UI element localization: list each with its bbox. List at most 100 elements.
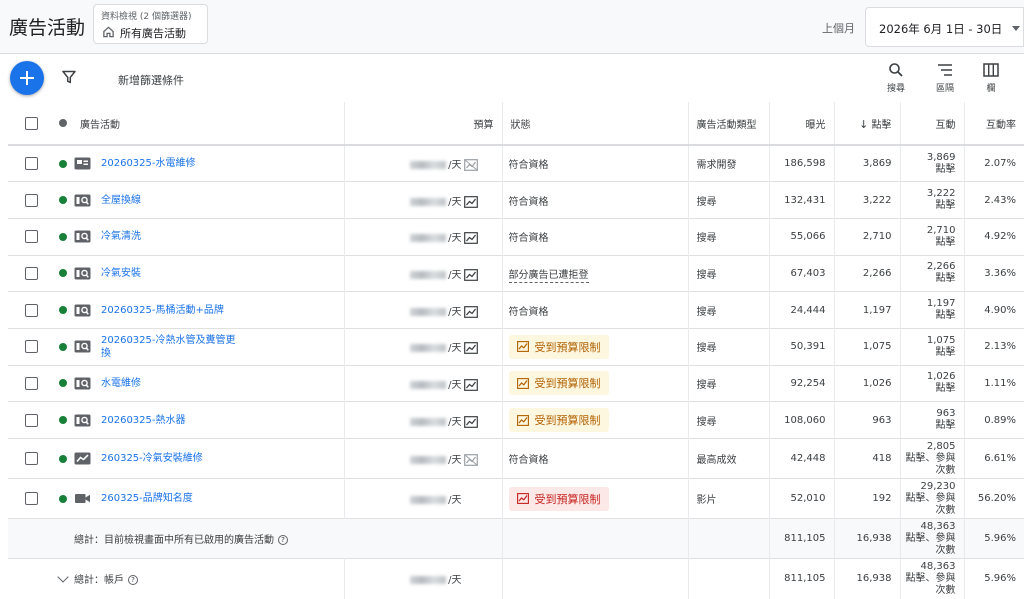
rate-cell: 6.61%: [984, 453, 1016, 464]
table-row: 260325-冷氣安裝維修 /天 符合資格 最高成效 42,448 418 2,…: [8, 438, 1024, 479]
budget-chart-icon[interactable]: [463, 269, 478, 281]
performance-max-icon: [74, 452, 91, 465]
campaign-link[interactable]: 20260325-水電維修: [101, 157, 196, 170]
row-checkbox[interactable]: [25, 157, 38, 171]
row-checkbox[interactable]: [25, 376, 38, 390]
budget-limited-badge[interactable]: 受到預算限制: [508, 486, 609, 511]
campaign-type: 搜尋: [688, 255, 770, 292]
search-button[interactable]: 搜尋: [876, 62, 916, 94]
campaign-status[interactable]: 部分廣告已遭拒登: [508, 269, 589, 283]
budget-chart-icon[interactable]: [463, 232, 478, 245]
trend-chart-icon: [516, 414, 529, 426]
row-checkbox[interactable]: [25, 230, 38, 244]
status-dot-icon: [59, 119, 67, 127]
campaign-link[interactable]: 260325-冷氣安裝維修: [101, 452, 203, 465]
header-select-all[interactable]: [8, 102, 44, 146]
impressions-cell: 67,403: [769, 255, 835, 292]
trend-chart-icon: [516, 378, 529, 389]
row-checkbox[interactable]: [25, 340, 38, 354]
total-enabled-label: 總計：目前檢視畫面中所有已啟用的廣告活動?: [72, 518, 503, 559]
status-dot-icon: [59, 196, 67, 205]
row-checkbox[interactable]: [25, 193, 38, 207]
campaign-type: 搜尋: [688, 401, 770, 439]
column-header-clicks[interactable]: ↓ 點擊: [834, 102, 901, 146]
columns-button[interactable]: 欄: [971, 62, 1011, 94]
budget-chart-icon[interactable]: [463, 195, 478, 208]
table-row: 冷氣安裝 /天 部分廣告已遭拒登 搜尋 67,403 2,266 2,266 點擊…: [8, 255, 1024, 292]
column-header-budget[interactable]: 預算: [344, 102, 503, 146]
column-header-interactions[interactable]: 互動: [900, 102, 965, 146]
row-checkbox[interactable]: [25, 266, 38, 280]
rate-cell: 0.89%: [984, 414, 1016, 426]
row-checkbox[interactable]: [25, 413, 38, 427]
campaign-link[interactable]: 冷氣清洗: [101, 230, 141, 243]
impressions-cell: 24,444: [769, 291, 835, 329]
budget-chart-icon[interactable]: [463, 415, 478, 428]
total-clicks: 16,938: [834, 518, 901, 559]
rate-cell: 4.92%: [984, 231, 1016, 243]
impressions-cell: 42,448: [769, 438, 835, 479]
clicks-cell: 3,869: [834, 145, 901, 182]
help-icon[interactable]: ?: [128, 575, 138, 586]
budget-limited-badge[interactable]: 受到預算限制: [508, 408, 609, 433]
interactions-cell: 1,026 點擊: [900, 365, 965, 402]
expand-icon[interactable]: [57, 571, 69, 583]
date-range-value: 2026年 6月 1日 - 30日: [879, 22, 1003, 36]
budget-limited-badge[interactable]: 受到預算限制: [508, 334, 609, 359]
budget-chart-disabled-icon[interactable]: [463, 159, 478, 171]
redacted-budget: [410, 234, 447, 243]
table-row: 冷氣清洗 /天 符合資格 搜尋 55,066 2,710 2,710 點擊 4.9…: [8, 218, 1024, 256]
row-checkbox[interactable]: [25, 492, 38, 505]
campaign-link[interactable]: 20260325-熱水器: [101, 414, 186, 427]
campaign-table: 廣告活動 預算 狀態 廣告活動類型 曝光 ↓ 點擊 互動 互動率 2026032…: [8, 102, 1024, 599]
search-campaign-icon: [74, 377, 91, 390]
campaign-link[interactable]: 20260325-冷熱水管及糞管更換: [101, 334, 236, 360]
budget-limited-badge[interactable]: 受到預算限制: [508, 371, 609, 396]
help-icon[interactable]: ?: [278, 535, 288, 545]
campaign-link[interactable]: 20260325-馬桶活動+品牌: [101, 304, 224, 317]
column-header-rate[interactable]: 互動率: [964, 102, 1024, 146]
status-dot-icon: [59, 159, 67, 168]
total-account-label: 總計：帳戶?: [72, 558, 345, 599]
column-header-impressions[interactable]: 曝光: [769, 102, 835, 146]
row-checkbox[interactable]: [25, 452, 38, 465]
view-value: 所有廣告活動: [120, 27, 186, 40]
impressions-cell: 55,066: [769, 218, 835, 256]
column-header-campaign[interactable]: 廣告活動: [72, 102, 345, 146]
budget-chart-icon[interactable]: [463, 342, 478, 355]
campaign-link[interactable]: 冷氣安裝: [101, 267, 141, 280]
column-header-type[interactable]: 廣告活動類型: [688, 102, 770, 146]
video-icon: [75, 494, 90, 503]
total-impressions: 811,105: [769, 518, 835, 559]
campaign-link[interactable]: 260325-品牌知名度: [101, 492, 193, 505]
impressions-cell: 50,391: [769, 328, 835, 366]
campaign-link[interactable]: 水電維修: [101, 377, 141, 390]
view-selector[interactable]: 資料檢視 (2 個篩選器) 所有廣告活動: [93, 4, 208, 44]
header-status-dot: [44, 102, 72, 146]
budget-chart-icon[interactable]: [463, 379, 478, 391]
date-range-picker[interactable]: 2026年 6月 1日 - 30日: [865, 7, 1024, 47]
rate-cell: 2.43%: [984, 194, 1016, 206]
filter-icon[interactable]: [62, 70, 76, 84]
interactions-cell: 2,266 點擊: [900, 255, 965, 292]
status-dot-icon: [59, 494, 67, 503]
interactions-cell: 1,075 點擊: [900, 328, 965, 366]
clicks-cell: 3,222: [834, 181, 901, 219]
create-button[interactable]: [10, 61, 44, 95]
budget-chart-disabled-icon[interactable]: [463, 454, 478, 466]
rate-cell: 56.20%: [977, 493, 1016, 504]
table-row: 全屋換線 /天 符合資格 搜尋 132,431 3,222 3,222 點擊 2.…: [8, 181, 1024, 219]
impressions-cell: 132,431: [769, 181, 835, 219]
interactions-cell: 3,869 點擊: [900, 145, 965, 182]
redacted-budget: [410, 380, 447, 389]
campaign-link[interactable]: 全屋換線: [101, 194, 141, 207]
column-header-status[interactable]: 狀態: [502, 102, 689, 146]
status-dot-icon: [59, 306, 67, 315]
interactions-cell: 2,805 點擊、參與 次數: [900, 438, 965, 479]
search-campaign-icon: [74, 414, 91, 427]
segment-button[interactable]: 區隔: [925, 62, 965, 94]
budget-chart-icon[interactable]: [463, 305, 478, 318]
add-filter-button[interactable]: 新增篩選條件: [118, 72, 184, 88]
row-checkbox[interactable]: [25, 303, 38, 317]
checkbox-icon[interactable]: [25, 116, 38, 130]
